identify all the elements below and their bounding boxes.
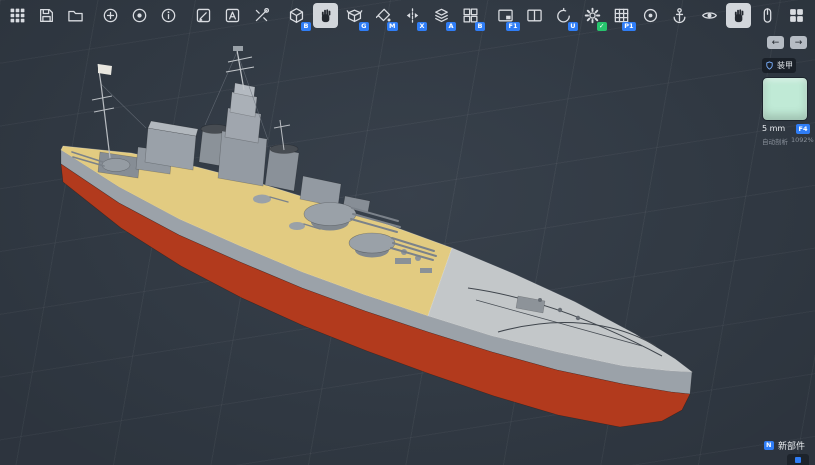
armor-shortcut-badge: F4 [796, 124, 810, 134]
flag [98, 64, 112, 75]
block-grid-button[interactable]: B [458, 3, 483, 28]
armor-material-swatch[interactable] [762, 77, 808, 121]
undo-button[interactable]: ← [767, 36, 784, 49]
armor-panel: 装甲 5 mm F4 自动剖析 1092% [762, 58, 810, 146]
info-button[interactable] [156, 3, 181, 28]
add-part-button[interactable] [98, 3, 123, 28]
view-toolbar [697, 3, 809, 28]
view-layout-button[interactable] [784, 3, 809, 28]
shield-icon [765, 61, 774, 70]
new-part-button[interactable]: N 新部件 [764, 439, 805, 452]
app-window: BGMXABF1U✓P1 ← → 装甲 5 mm F4 自动剖析 1092% N… [0, 0, 815, 465]
shortcut-badge: A [446, 22, 456, 32]
history-nav: ← → [767, 36, 807, 49]
shortcut-badge: B [475, 22, 485, 32]
hull-freeboard [61, 150, 692, 394]
bow-deck [428, 248, 692, 372]
viewport-3d[interactable] [0, 0, 815, 465]
new-part-label: 新部件 [778, 439, 805, 452]
shortcut-badge: B [301, 22, 311, 32]
shortcut-badge: ✓ [597, 22, 607, 32]
masts [92, 46, 290, 158]
new-part-key-badge: N [764, 441, 774, 451]
corner-indicator [787, 454, 809, 465]
armor-note: 自动剖析 1092% [762, 136, 810, 146]
save-button[interactable] [34, 3, 59, 28]
shortcut-badge: G [359, 22, 369, 32]
mirror-symmetry-button[interactable]: X [400, 3, 425, 28]
screenshot-panel-button[interactable]: F1 [493, 3, 518, 28]
anchor-point-button[interactable] [667, 3, 692, 28]
paint-button[interactable] [127, 3, 152, 28]
hull-red-bottom [61, 164, 690, 427]
pan-tool-button[interactable] [313, 3, 338, 28]
wood-deck [61, 146, 452, 316]
group-box-button[interactable]: G [342, 3, 367, 28]
visibility-button[interactable] [697, 3, 722, 28]
mouse-mode-button[interactable] [755, 3, 780, 28]
armor-note-label: 自动剖析 [762, 136, 788, 146]
armor-header: 装甲 [762, 58, 796, 73]
deck-details [395, 249, 662, 356]
grid-snap-button[interactable]: P1 [609, 3, 634, 28]
armor-label: 装甲 [777, 60, 793, 71]
shortcut-badge: M [387, 22, 398, 32]
shortcut-badge: U [568, 22, 578, 32]
shortcut-badge: P1 [622, 22, 636, 32]
text-label-button[interactable] [220, 3, 245, 28]
split-view-button[interactable] [522, 3, 547, 28]
material-fill-button[interactable]: M [371, 3, 396, 28]
rotate-tool-button[interactable]: U [551, 3, 576, 28]
ship-deck [61, 146, 692, 372]
turrets [72, 152, 436, 260]
edit-button[interactable] [191, 3, 216, 28]
tools-button[interactable] [249, 3, 274, 28]
shortcut-badge: F1 [506, 22, 520, 32]
blue-dot-icon [795, 457, 801, 463]
layers-button[interactable]: A [429, 3, 454, 28]
pan-view-button[interactable] [726, 3, 751, 28]
superstructure [98, 83, 370, 212]
redo-button[interactable]: → [790, 36, 807, 49]
main-toolbar: BGMXABF1U✓P1 [5, 3, 692, 28]
ship-hull [61, 150, 692, 427]
shortcut-badge: X [417, 22, 427, 32]
settings-button[interactable]: ✓ [580, 3, 605, 28]
focus-target-button[interactable] [638, 3, 663, 28]
battleship-model [0, 0, 815, 465]
apps-menu-button[interactable] [5, 3, 30, 28]
armor-note-value: 1092% [791, 136, 814, 146]
block-mode-button[interactable]: B [284, 3, 309, 28]
open-folder-button[interactable] [63, 3, 88, 28]
armor-thickness-value: 5 mm [762, 124, 785, 133]
